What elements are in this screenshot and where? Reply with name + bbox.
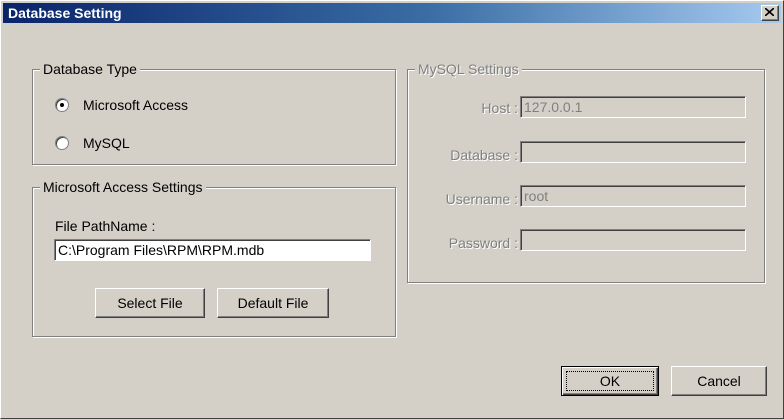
mysql-settings-legend: MySQL Settings xyxy=(415,61,522,77)
username-label: Username : xyxy=(445,191,518,207)
host-input[interactable] xyxy=(520,96,746,118)
title-bar[interactable]: Database Setting xyxy=(3,3,781,23)
database-type-legend: Database Type xyxy=(40,61,140,77)
select-file-button[interactable]: Select File xyxy=(95,288,205,318)
file-path-label: File PathName : xyxy=(55,218,156,234)
database-label: Database : xyxy=(450,147,518,163)
database-input[interactable] xyxy=(520,141,746,163)
radio-mysql[interactable] xyxy=(55,136,69,150)
close-button[interactable] xyxy=(761,5,779,21)
default-file-button[interactable]: Default File xyxy=(217,288,329,318)
mysql-settings-group: MySQL Settings Host : Database : Usernam… xyxy=(407,61,765,283)
close-icon xyxy=(765,8,774,16)
database-setting-dialog: Database Setting Database Type Microsoft… xyxy=(0,0,784,419)
host-label: Host : xyxy=(481,100,518,116)
password-label: Password : xyxy=(448,235,518,251)
radio-microsoft-access[interactable] xyxy=(55,98,69,112)
database-type-group: Database Type Microsoft Access MySQL xyxy=(32,61,396,165)
username-input[interactable] xyxy=(520,185,746,207)
cancel-button[interactable]: Cancel xyxy=(671,366,767,396)
file-path-input[interactable] xyxy=(54,239,371,261)
password-input[interactable] xyxy=(520,229,746,251)
access-settings-legend: Microsoft Access Settings xyxy=(40,179,206,195)
ok-button[interactable]: OK xyxy=(561,366,659,396)
radio-mysql-label[interactable]: MySQL xyxy=(83,135,130,151)
window-title: Database Setting xyxy=(8,5,122,21)
radio-microsoft-access-label[interactable]: Microsoft Access xyxy=(83,97,188,113)
radio-selected-dot xyxy=(60,103,64,107)
focus-rectangle xyxy=(566,371,654,391)
access-settings-group: Microsoft Access Settings File PathName … xyxy=(32,179,396,337)
